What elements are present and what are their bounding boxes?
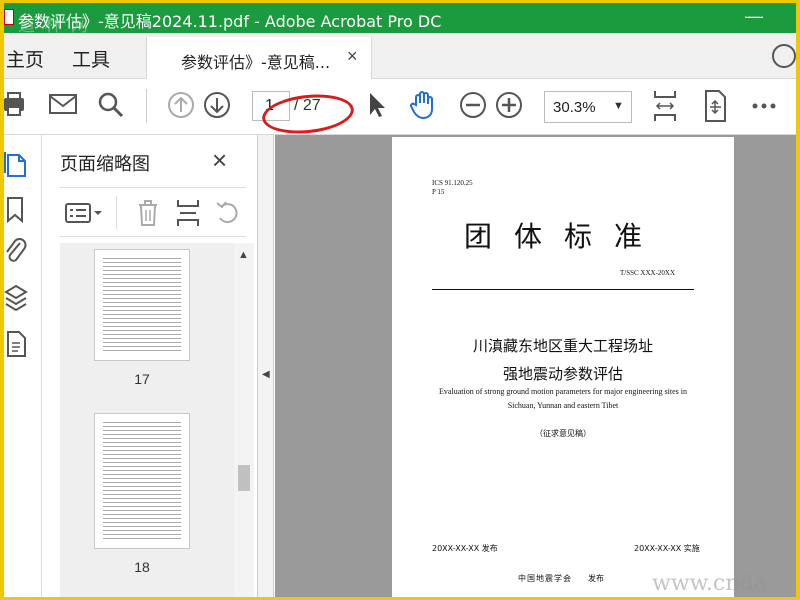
help-icon[interactable] bbox=[772, 44, 796, 68]
viewer-margin bbox=[741, 137, 796, 597]
implement-date: 20XX-XX-XX 实施 bbox=[634, 544, 700, 553]
header-rule bbox=[432, 289, 694, 290]
print-icon[interactable] bbox=[4, 89, 28, 121]
options-menu-icon[interactable] bbox=[64, 200, 104, 226]
toolbar-separator bbox=[146, 89, 147, 123]
chevron-down-icon: ▼ bbox=[613, 100, 624, 112]
thumbnail-page[interactable] bbox=[94, 413, 190, 549]
full-screen-icon[interactable] bbox=[702, 89, 728, 123]
english-title-line-2: Sichuan, Yunnan and eastern Tibet bbox=[507, 401, 619, 410]
page-thumbnails-icon[interactable] bbox=[4, 149, 30, 179]
panel-splitter[interactable]: ◀ bbox=[258, 135, 274, 597]
left-navigation-rail bbox=[4, 135, 42, 597]
issuing-organization: 中国地震学会 bbox=[518, 574, 572, 583]
more-options-icon[interactable] bbox=[750, 89, 780, 121]
collapse-left-icon[interactable]: ◀ bbox=[262, 369, 270, 380]
zoom-out-icon[interactable] bbox=[458, 89, 488, 121]
tab-document[interactable]: 参数评估》-意见稿... × bbox=[146, 37, 372, 80]
thumbnail-list[interactable]: 17 18 bbox=[60, 243, 234, 597]
insert-page-icon[interactable] bbox=[176, 198, 200, 228]
trash-icon[interactable] bbox=[136, 198, 160, 228]
toolbar-separator bbox=[116, 196, 117, 230]
fit-page-icon[interactable] bbox=[652, 89, 678, 123]
search-icon[interactable] bbox=[96, 89, 126, 121]
zoom-in-icon[interactable] bbox=[494, 89, 524, 121]
mail-icon[interactable] bbox=[48, 89, 78, 121]
chevron-up-icon[interactable]: ▲ bbox=[238, 249, 249, 261]
bookmark-icon[interactable] bbox=[4, 195, 30, 225]
thumbnail-scrollbar[interactable]: ▲ bbox=[234, 243, 254, 597]
close-panel-button[interactable]: × bbox=[212, 145, 227, 176]
acrobat-window: 参数评估》-意见稿2024.11.pdf - Adobe Acrobat Pro… bbox=[4, 3, 796, 597]
page-thumbnails-panel: 页面缩略图 × 17 18 ▲ bbox=[42, 135, 258, 597]
close-tab-button[interactable]: × bbox=[347, 46, 358, 67]
title-bar: 参数评估》-意见稿2024.11.pdf - Adobe Acrobat Pro… bbox=[4, 3, 796, 36]
select-tool-icon[interactable] bbox=[366, 89, 388, 121]
pdf-page: ICS 91.120.25 P 15 团体标准 T/SSC XXX-20XX 川滇… bbox=[392, 137, 734, 597]
chinese-title-line-1: 川滇藏东地区重大工程场址 bbox=[472, 337, 653, 355]
attachment-icon[interactable] bbox=[4, 237, 30, 267]
rotate-icon[interactable] bbox=[214, 198, 242, 228]
thumbnail-page-label: 18 bbox=[134, 559, 150, 575]
english-title-line-1: Evaluation of strong ground motion param… bbox=[439, 387, 687, 396]
watermark-text: www.cnda bbox=[652, 571, 767, 596]
tab-row: 主页 工具 参数评估》-意见稿... × bbox=[4, 33, 796, 80]
thumbnail-toolbar bbox=[60, 187, 246, 237]
zoom-value: 30.3% bbox=[553, 99, 596, 116]
thumbnail-page-label: 17 bbox=[134, 371, 150, 387]
pdf-app-icon bbox=[4, 9, 14, 25]
ics-number: ICS 91.120.25 P 15 bbox=[432, 179, 473, 196]
standard-code: T/SSC XXX-20XX bbox=[620, 269, 676, 277]
publish-date: 20XX-XX-XX 发布 bbox=[432, 544, 498, 553]
standard-main-title: 团体标准 bbox=[464, 220, 665, 253]
issue-label: 发布 bbox=[588, 574, 604, 583]
panel-title: 页面缩略图 bbox=[60, 154, 150, 175]
tab-home[interactable]: 主页 bbox=[6, 45, 44, 72]
hand-tool-icon[interactable] bbox=[408, 89, 438, 121]
chinese-title-line-2: 强地震动参数评估 bbox=[502, 365, 623, 383]
ccs-number: P 15 bbox=[432, 188, 445, 196]
next-page-icon[interactable] bbox=[202, 89, 232, 121]
minimize-button[interactable]: — bbox=[734, 3, 774, 33]
tab-tools[interactable]: 工具 bbox=[72, 45, 110, 72]
scrollbar-thumb[interactable] bbox=[238, 465, 250, 491]
zoom-select[interactable]: 30.3% ▼ bbox=[544, 91, 632, 123]
document-viewer[interactable]: ICS 91.120.25 P 15 团体标准 T/SSC XXX-20XX 川滇… bbox=[275, 135, 796, 597]
thumbnail-page[interactable] bbox=[94, 249, 190, 361]
main-toolbar: 1 / 27 30.3% ▼ bbox=[4, 79, 796, 138]
document-tab-label: 参数评估》-意见稿... bbox=[181, 53, 331, 72]
layers-icon[interactable] bbox=[4, 283, 30, 313]
previous-page-icon[interactable] bbox=[166, 89, 196, 121]
document-properties-icon[interactable] bbox=[4, 329, 30, 359]
draft-label: （征求意见稿） bbox=[535, 429, 591, 438]
